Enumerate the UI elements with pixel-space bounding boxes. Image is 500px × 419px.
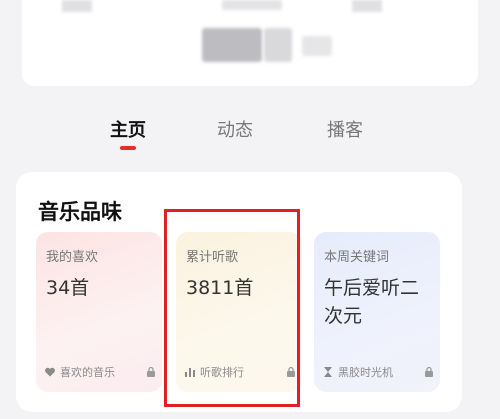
tile-footer: 喜欢的音乐 — [44, 364, 156, 380]
tab-podcast[interactable]: 播客 — [327, 116, 363, 142]
tile-value: 34首 — [46, 277, 90, 299]
tile-footer: 黑胶时光机 — [322, 364, 434, 380]
tile-value: 3811首 — [186, 277, 254, 299]
my-likes-tile[interactable]: 我的喜欢 34首 喜欢的音乐 — [36, 232, 162, 392]
tile-footer-label: 喜欢的音乐 — [60, 366, 115, 379]
weekly-keyword-tile[interactable]: 本周关键词 午后爱听二次元 黑胶时光机 — [314, 232, 440, 392]
tile-footer-label: 黑胶时光机 — [338, 366, 393, 379]
section-title: 音乐品味 — [38, 200, 122, 224]
tile-footer-label: 听歌排行 — [200, 366, 244, 379]
blurred-content — [264, 28, 292, 62]
total-listened-tile[interactable]: 累计听歌 3811首 听歌排行 — [176, 232, 302, 392]
blurred-content — [302, 36, 332, 56]
tile-value: 午后爱听二次元 — [324, 277, 420, 327]
hourglass-icon — [322, 366, 334, 378]
tile-label: 本周关键词 — [324, 250, 390, 265]
tile-footer: 听歌排行 — [184, 364, 296, 380]
tile-label: 我的喜欢 — [46, 250, 99, 265]
heart-icon — [44, 366, 56, 378]
blurred-content — [352, 0, 382, 12]
blurred-content — [222, 0, 282, 10]
tab-home[interactable]: 主页 — [110, 116, 146, 142]
lock-icon — [146, 366, 156, 378]
tab-activity[interactable]: 动态 — [217, 116, 253, 142]
profile-tabs: 主页 动态 播客 — [0, 116, 500, 156]
lock-icon — [286, 366, 296, 378]
blurred-content — [202, 28, 262, 62]
bar-chart-icon — [184, 366, 196, 378]
blurred-content — [62, 0, 92, 12]
lock-icon — [424, 366, 434, 378]
music-taste-card: 音乐品味 我的喜欢 34首 喜欢的音乐 累计听歌 3811首 听歌排行 本周关键… — [16, 172, 462, 412]
profile-header-card — [22, 0, 478, 86]
active-tab-indicator — [120, 146, 136, 150]
tile-label: 累计听歌 — [186, 250, 239, 265]
